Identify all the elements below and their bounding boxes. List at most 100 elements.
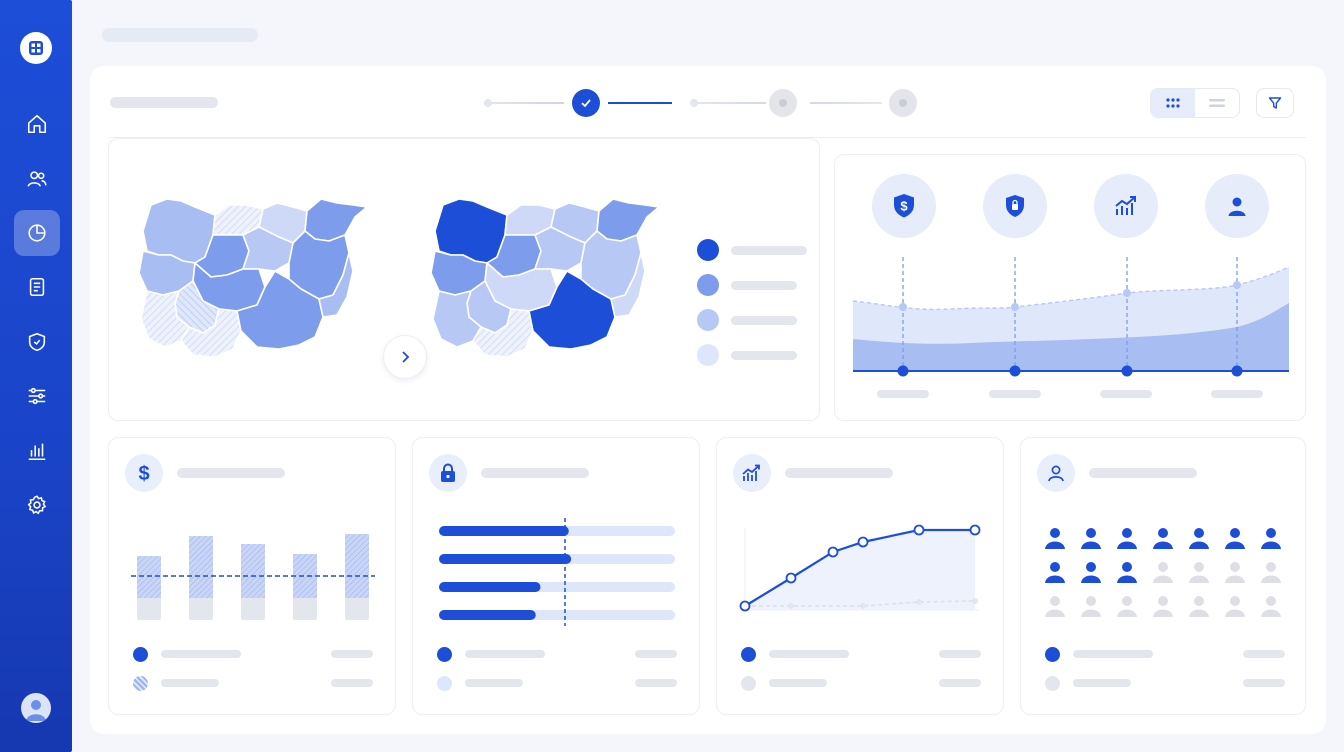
svg-text:$: $ xyxy=(138,463,149,484)
step-2-pending[interactable] xyxy=(769,89,797,117)
legend-label-placeholder xyxy=(769,679,827,687)
sidebar xyxy=(0,0,72,752)
legend-label-placeholder xyxy=(161,679,219,687)
user-avatar[interactable] xyxy=(21,693,51,723)
person-icon xyxy=(1081,528,1101,549)
card-title-placeholder xyxy=(481,468,589,478)
people-grid xyxy=(1045,528,1281,617)
kpi-growth[interactable] xyxy=(1094,174,1158,238)
page-breadcrumb-placeholder xyxy=(102,28,258,42)
shield-dollar-icon: $ xyxy=(894,194,914,218)
progress-bars xyxy=(439,518,675,626)
card-legend-item xyxy=(133,676,373,691)
kpi-area-chart xyxy=(852,257,1290,398)
legend-swatch-mid xyxy=(697,274,719,296)
step-3-pending[interactable] xyxy=(889,89,917,117)
legend-value-placeholder xyxy=(1243,679,1285,687)
list-icon xyxy=(1209,99,1225,107)
legend-value-placeholder xyxy=(331,650,373,658)
card-icon-wrap xyxy=(733,454,771,492)
stepper-mid-dot xyxy=(690,99,698,107)
sidebar-item-home[interactable] xyxy=(14,101,60,147)
app-logo[interactable] xyxy=(20,32,52,64)
card-legend-item xyxy=(437,647,677,662)
card-users xyxy=(1020,437,1306,715)
sidebar-item-security[interactable] xyxy=(14,319,60,365)
legend-value-placeholder xyxy=(939,679,981,687)
kpi-security[interactable] xyxy=(983,174,1047,238)
users-icon xyxy=(27,171,47,187)
grid-icon xyxy=(1166,98,1180,108)
sidebar-item-users[interactable] xyxy=(14,156,60,202)
shield-lock-icon xyxy=(1006,195,1024,217)
sliders-icon xyxy=(28,387,46,405)
legend-swatch-pale xyxy=(697,344,719,366)
filter-button[interactable] xyxy=(1256,88,1294,118)
kpi-users[interactable] xyxy=(1205,174,1269,238)
card-icon-wrap xyxy=(429,454,467,492)
stepper-line xyxy=(810,102,882,104)
svg-text:$: $ xyxy=(900,199,908,214)
person-icon xyxy=(1153,528,1173,549)
person-icon xyxy=(1081,596,1101,617)
dollar-icon: $ xyxy=(138,463,149,484)
avatar-icon xyxy=(26,700,46,721)
kpi-trend-panel: $ xyxy=(834,154,1306,421)
sidebar-item-filters[interactable] xyxy=(14,373,60,419)
legend-label-placeholder xyxy=(731,351,797,360)
document-icon xyxy=(29,277,45,297)
legend-swatch xyxy=(437,676,452,691)
legend-swatch xyxy=(437,647,452,662)
person-icon xyxy=(1153,596,1173,617)
map-comparison-panel xyxy=(108,138,820,421)
step-1-done[interactable] xyxy=(572,89,600,117)
person-icon xyxy=(1153,562,1173,583)
person-icon xyxy=(1261,596,1281,617)
view-toggle xyxy=(1150,88,1240,118)
legend-label-placeholder xyxy=(769,650,849,658)
person-icon xyxy=(1225,596,1245,617)
legend-swatch-light xyxy=(697,309,719,331)
card-title-placeholder xyxy=(1089,468,1197,478)
person-icon xyxy=(1261,528,1281,549)
card-legend-item xyxy=(741,676,981,691)
person-icon xyxy=(1045,562,1065,583)
compare-arrow-button[interactable] xyxy=(383,335,427,379)
legend-label-placeholder xyxy=(1073,650,1153,658)
legend-label-placeholder xyxy=(465,650,545,658)
sidebar-item-analytics[interactable] xyxy=(14,210,60,256)
card-finance: $ xyxy=(108,437,396,715)
list-view-button[interactable] xyxy=(1195,89,1239,117)
person-icon xyxy=(1048,465,1064,482)
card-title-placeholder xyxy=(785,468,893,478)
card-title-placeholder xyxy=(177,468,285,478)
card-legend-item xyxy=(1045,647,1285,662)
sidebar-item-reports[interactable] xyxy=(14,428,60,474)
legend-swatch xyxy=(1045,647,1060,662)
home-icon xyxy=(27,114,47,134)
pie-chart-icon xyxy=(28,224,46,242)
legend-label-placeholder xyxy=(1073,679,1131,687)
person-icon xyxy=(1117,596,1137,617)
legend-swatch xyxy=(741,676,756,691)
check-icon xyxy=(581,99,591,108)
legend-label-placeholder xyxy=(161,650,241,658)
legend-value-placeholder xyxy=(939,650,981,658)
step-3-marker xyxy=(899,99,907,107)
legend-swatch xyxy=(133,647,148,662)
legend-value-placeholder xyxy=(635,650,677,658)
grid-view-button[interactable] xyxy=(1151,89,1195,117)
sidebar-item-settings[interactable] xyxy=(14,482,60,528)
main-content: $ $ xyxy=(90,66,1326,734)
progress-fill xyxy=(439,582,541,592)
stepper xyxy=(484,88,924,118)
person-icon xyxy=(1045,528,1065,549)
region-map-after[interactable] xyxy=(425,191,657,371)
kpi-finance[interactable]: $ xyxy=(872,174,936,238)
person-icon xyxy=(1117,528,1137,549)
step-2-marker xyxy=(779,99,787,107)
sidebar-item-documents[interactable] xyxy=(14,264,60,310)
progress-fill xyxy=(439,610,536,620)
gear-icon xyxy=(27,495,47,515)
region-map-before[interactable] xyxy=(133,191,365,371)
